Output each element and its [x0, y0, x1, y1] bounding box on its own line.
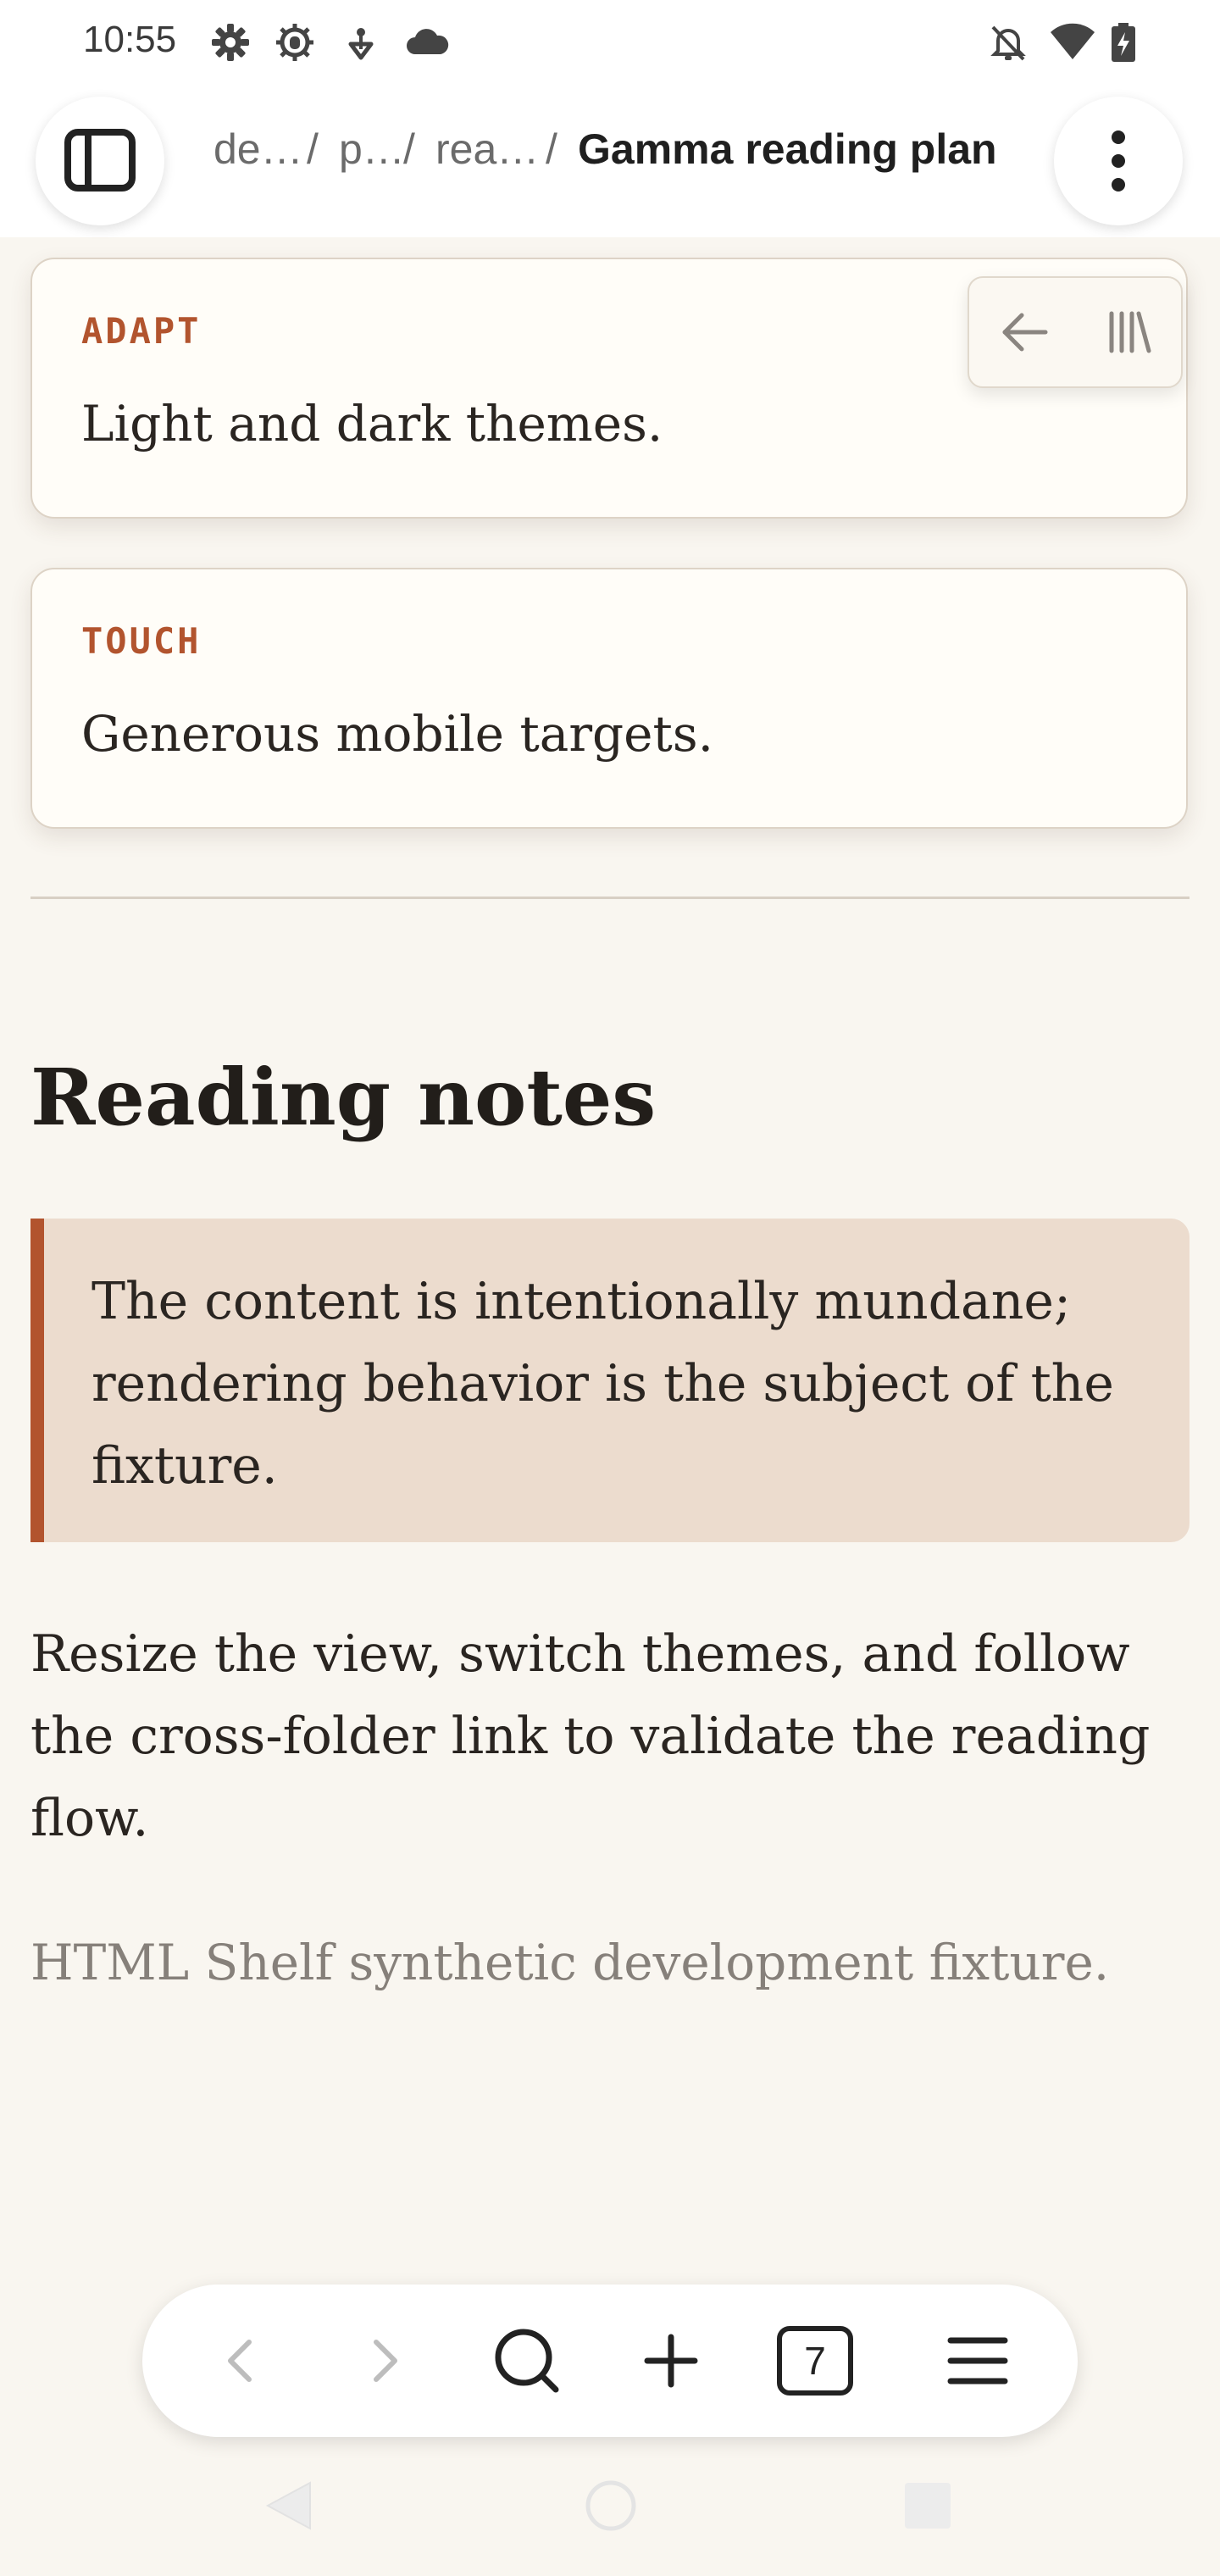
- sidebar-icon: [64, 129, 136, 192]
- system-back-button[interactable]: [259, 2476, 319, 2535]
- search-button[interactable]: [481, 2315, 573, 2407]
- section-divider: [30, 897, 1190, 899]
- floating-toolbar: [968, 276, 1183, 388]
- section-heading: Reading notes: [30, 1052, 657, 1143]
- search-icon: [495, 2329, 559, 2393]
- card-label: ADAPT: [81, 310, 202, 352]
- blockquote: The content is intentionally mundane; re…: [30, 1219, 1190, 1542]
- system-recents-button[interactable]: [898, 2476, 957, 2535]
- breadcrumb-separator-2: /: [403, 125, 415, 173]
- gear-icon: [210, 22, 251, 63]
- browser-menu-button[interactable]: [932, 2315, 1023, 2407]
- breadcrumb-item-1[interactable]: de…: [214, 122, 303, 176]
- sidebar-toggle-button[interactable]: [36, 97, 164, 225]
- triangle-back-icon: [265, 2481, 311, 2530]
- card-label: TOUCH: [81, 620, 202, 662]
- blockquote-text: The content is intentionally mundane; re…: [92, 1272, 1114, 1496]
- tab-count: 7: [804, 2339, 826, 2383]
- battery-charging-icon: [1110, 22, 1137, 63]
- usb-debug-icon: [341, 22, 381, 63]
- body-paragraph: Resize the view, switch themes, and foll…: [30, 1624, 1151, 1848]
- card-text: Light and dark themes.: [81, 395, 663, 452]
- bell-off-icon: [988, 22, 1029, 63]
- top-bar: de… / p… / rea… / Gamma reading plan: [0, 85, 1220, 237]
- square-recents-icon: [905, 2483, 951, 2529]
- chevron-right-icon: [374, 2340, 397, 2382]
- system-home-button[interactable]: [581, 2476, 640, 2535]
- system-navigation-bar: [0, 2457, 1220, 2576]
- breadcrumb-current-page: Gamma reading plan: [578, 125, 997, 173]
- browser-back-button[interactable]: [197, 2315, 288, 2407]
- breadcrumb-item-3[interactable]: rea…: [435, 122, 539, 176]
- card-text: Generous mobile targets.: [81, 705, 714, 763]
- library-button[interactable]: [1093, 297, 1164, 368]
- hamburger-icon: [947, 2337, 1008, 2384]
- tabs-button[interactable]: 7: [769, 2315, 861, 2407]
- back-button[interactable]: [990, 297, 1061, 368]
- breadcrumb-separator-3: /: [546, 125, 557, 173]
- breadcrumb-item-2[interactable]: p…: [339, 122, 405, 176]
- browser-forward-button[interactable]: [337, 2315, 429, 2407]
- bug-gear-icon: [274, 22, 315, 63]
- browser-toolbar: 7: [142, 2285, 1078, 2437]
- new-tab-button[interactable]: [625, 2315, 717, 2407]
- status-bar: 10:55: [0, 0, 1220, 85]
- circle-home-icon: [585, 2480, 636, 2531]
- library-icon: [1109, 311, 1151, 353]
- cloud-icon: [403, 22, 451, 63]
- footer-note: HTML Shelf synthetic development fixture…: [30, 1934, 1110, 1991]
- breadcrumb-separator-1: /: [307, 125, 319, 173]
- more-menu-button[interactable]: [1054, 97, 1183, 225]
- plus-icon: [644, 2334, 698, 2388]
- chevron-left-icon: [228, 2340, 252, 2382]
- more-vertical-icon: [1112, 130, 1125, 192]
- arrow-left-icon: [1002, 313, 1048, 352]
- feature-card-touch: TOUCH Generous mobile targets.: [30, 568, 1188, 829]
- wifi-icon: [1049, 22, 1096, 63]
- status-time: 10:55: [83, 19, 177, 60]
